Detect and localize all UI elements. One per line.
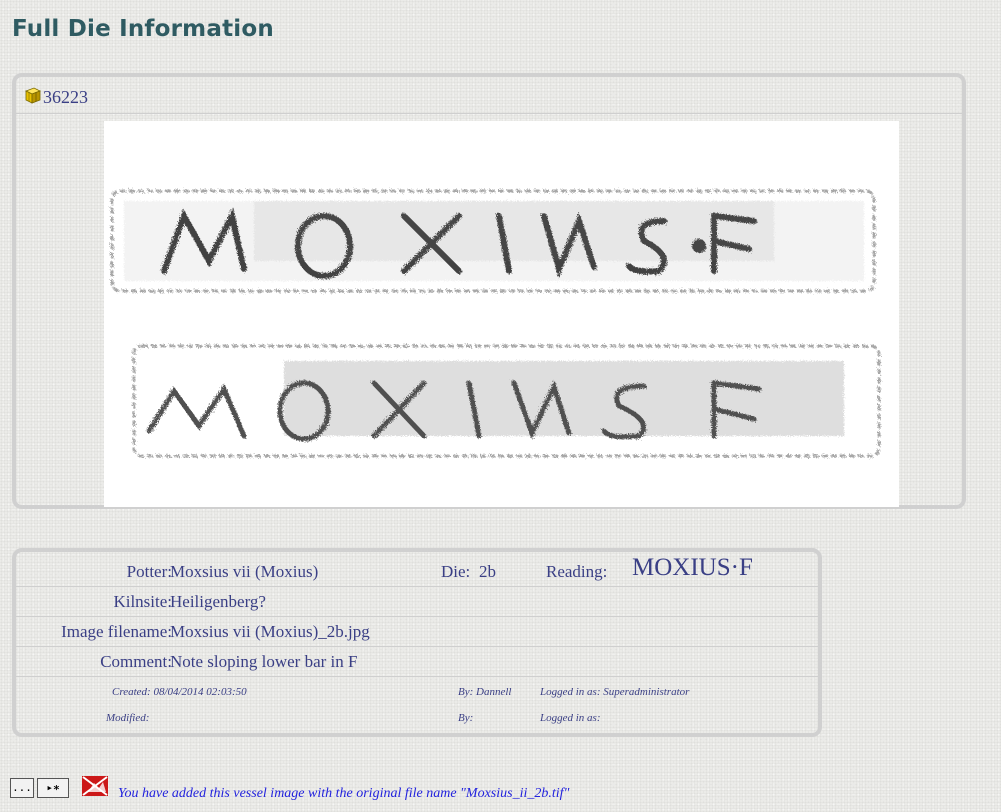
page-title: Full Die Information <box>12 16 274 42</box>
info-panel: Potter: Moxsius vii (Moxius) Die: 2b Rea… <box>12 548 822 737</box>
modified-by-text: By: <box>458 712 474 724</box>
die-id-link[interactable]: 36223 <box>43 87 88 108</box>
modified-logged-text: Logged in as: <box>540 712 601 724</box>
die-label: Die: <box>441 562 471 581</box>
cube-icon[interactable] <box>22 85 42 105</box>
more-icon[interactable]: ... <box>10 778 34 798</box>
potter-label: Potter: <box>126 562 172 581</box>
kilnsite-row: Kilnsite: Heiligenberg? <box>16 586 818 617</box>
die-stamp-image <box>104 121 899 507</box>
comment-value: Note sloping lower bar in F <box>170 652 358 671</box>
modified-text: Modified: <box>106 712 150 724</box>
filename-value: Moxsius vii (Moxius)_2b.jpg <box>170 622 370 641</box>
potter-value: Moxsius vii (Moxius) <box>170 562 319 581</box>
created-text: Created: 08/04/2014 02:03:50 <box>112 686 247 698</box>
filename-row: Image filename: Moxsius vii (Moxius)_2b.… <box>16 616 818 647</box>
filename-label: Image filename: <box>61 622 172 641</box>
delete-image-icon[interactable] <box>74 774 114 798</box>
upload-notice: You have added this vessel image with th… <box>118 786 570 801</box>
created-by-text: By: Dannell <box>458 686 512 698</box>
panel-header: 36223 <box>16 77 962 114</box>
created-logged-text: Logged in as: Superadministrator <box>540 686 690 698</box>
next-record-icon[interactable]: ▸∗ <box>37 778 69 798</box>
kilnsite-value: Heiligenberg? <box>170 592 266 611</box>
reading-value: MOXIUS·F <box>632 554 753 581</box>
die-value: 2b <box>479 562 496 581</box>
comment-label: Comment: <box>100 652 172 671</box>
potter-row: Potter: Moxsius vii (Moxius) Die: 2b Rea… <box>16 554 818 587</box>
reading-label: Reading: <box>546 562 608 581</box>
image-panel: 36223 <box>12 73 966 509</box>
comment-row: Comment: Note sloping lower bar in F <box>16 646 818 677</box>
kilnsite-label: Kilnsite: <box>113 592 172 611</box>
